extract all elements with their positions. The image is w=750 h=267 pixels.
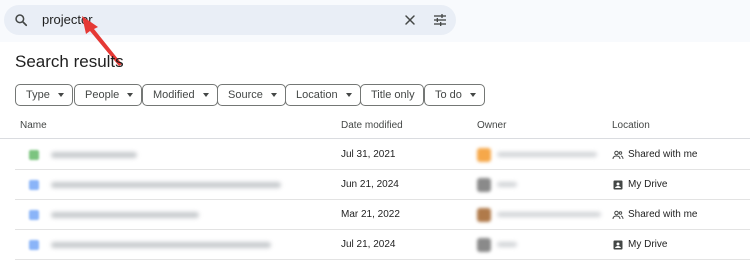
search-input[interactable]: projector xyxy=(42,13,93,27)
location-text: Shared with me xyxy=(628,209,698,220)
file-icon xyxy=(29,150,39,160)
table-row[interactable]: Mar 21, 2022 Shared with me xyxy=(15,200,750,230)
owner-redacted xyxy=(497,242,517,247)
filter-title-only[interactable]: Title only xyxy=(360,84,424,106)
filter-label: Type xyxy=(26,89,50,101)
table-row[interactable]: Jul 21, 2024 My Drive xyxy=(15,230,750,260)
filter-label: Modified xyxy=(153,89,195,101)
column-header-location[interactable]: Location xyxy=(612,120,650,131)
tune-icon[interactable] xyxy=(432,12,448,28)
top-bar: projector xyxy=(0,0,750,42)
column-header-owner[interactable]: Owner xyxy=(477,120,506,131)
date-modified: Jun 21, 2024 xyxy=(341,179,399,190)
search-box[interactable]: projector xyxy=(4,5,456,35)
file-icon xyxy=(29,180,39,190)
close-icon[interactable] xyxy=(402,12,418,28)
filter-people[interactable]: People xyxy=(74,84,143,106)
filter-label: Title only xyxy=(371,89,415,101)
filter-location[interactable]: Location xyxy=(285,84,361,106)
filter-label: To do xyxy=(435,89,462,101)
avatar xyxy=(477,208,491,222)
filter-label: Location xyxy=(296,89,338,101)
people-icon xyxy=(612,150,624,160)
file-icon xyxy=(29,240,39,250)
chevron-down-icon xyxy=(345,93,352,97)
table-row[interactable]: Jun 21, 2024 My Drive xyxy=(15,170,750,200)
date-modified: Mar 21, 2022 xyxy=(341,209,400,220)
chevron-down-icon xyxy=(57,93,64,97)
owner-redacted xyxy=(497,212,601,217)
column-header-date-modified[interactable]: Date modified xyxy=(341,120,403,131)
chevron-down-icon xyxy=(127,93,134,97)
avatar xyxy=(477,178,491,192)
date-modified: Jul 21, 2024 xyxy=(341,239,396,250)
location-text: My Drive xyxy=(628,179,668,190)
file-name-redacted xyxy=(51,212,199,218)
location-text: My Drive xyxy=(628,239,668,250)
date-modified: Jul 31, 2021 xyxy=(341,149,396,160)
chevron-down-icon xyxy=(270,93,277,97)
filter-source[interactable]: Source xyxy=(217,84,286,106)
avatar xyxy=(477,238,491,252)
page-title: Search results xyxy=(15,52,124,71)
chevron-down-icon xyxy=(469,93,476,97)
file-name-redacted xyxy=(51,242,271,248)
owner-redacted xyxy=(497,152,597,157)
file-icon xyxy=(29,210,39,220)
owner-redacted xyxy=(497,182,517,187)
chevron-down-icon xyxy=(202,93,209,97)
filter-type[interactable]: Type xyxy=(15,84,73,106)
location-text: Shared with me xyxy=(628,149,698,160)
filter-to-do[interactable]: To do xyxy=(424,84,485,106)
avatar xyxy=(477,148,491,162)
filter-modified[interactable]: Modified xyxy=(142,84,218,106)
filter-label: People xyxy=(85,89,120,101)
drive-icon xyxy=(613,240,623,250)
search-icon[interactable] xyxy=(14,13,28,27)
file-name-redacted xyxy=(51,182,281,188)
table-header: Name Date modified Owner Location xyxy=(0,113,750,139)
table-row[interactable]: Jul 31, 2021 Shared with me xyxy=(15,140,750,170)
file-name-redacted xyxy=(51,152,137,158)
people-icon xyxy=(612,210,624,220)
drive-icon xyxy=(613,180,623,190)
column-header-name[interactable]: Name xyxy=(20,120,47,131)
filter-label: Source xyxy=(228,89,263,101)
